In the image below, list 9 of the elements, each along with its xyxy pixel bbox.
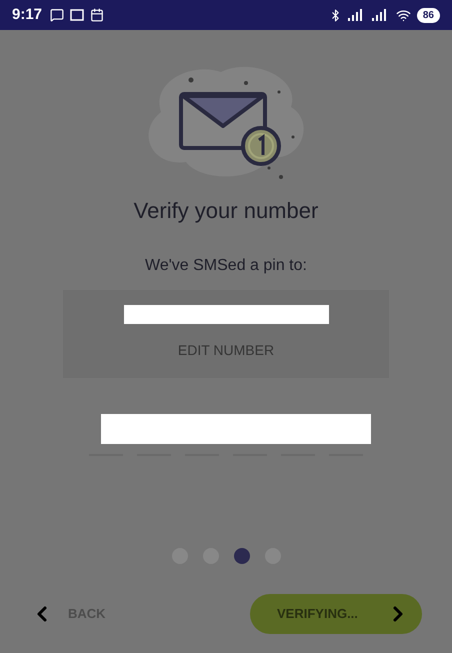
battery-indicator: 86: [416, 8, 440, 22]
calendar-icon: [90, 8, 104, 22]
clock-text: 9:17: [12, 4, 42, 25]
notification-icon: [70, 9, 84, 21]
screen-title: Verify your number: [132, 197, 320, 225]
message-icon: [50, 8, 64, 22]
wifi-icon: [396, 8, 411, 22]
edit-number-button[interactable]: EDIT NUMBER: [178, 340, 274, 361]
sms-sent-text: We've SMSed a pin to:: [144, 256, 308, 276]
